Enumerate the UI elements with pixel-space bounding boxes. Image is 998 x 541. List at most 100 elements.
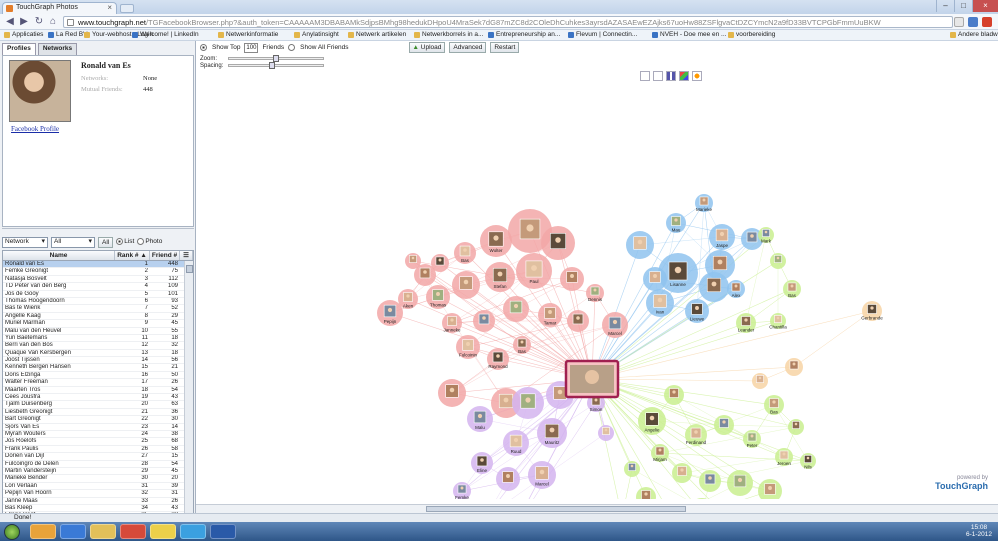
friend-node[interactable]: Leander bbox=[736, 313, 756, 333]
friend-node[interactable]: Dennis bbox=[586, 284, 604, 302]
friend-node[interactable] bbox=[624, 461, 640, 477]
filter-all-button[interactable]: All bbox=[98, 236, 114, 248]
friend-node[interactable]: Raymond bbox=[487, 348, 509, 370]
bookmark-item[interactable]: Anylatinsight bbox=[294, 31, 339, 38]
table-row[interactable]: TD Peter van den Berg 4 109 bbox=[3, 283, 193, 291]
table-scrollbar[interactable] bbox=[184, 261, 193, 541]
table-row[interactable]: Myrah Wouters 24 38 bbox=[3, 431, 193, 439]
taskbar-explorer-icon[interactable] bbox=[30, 524, 56, 539]
friend-node[interactable]: Thomas bbox=[426, 285, 450, 309]
friend-node[interactable] bbox=[512, 387, 544, 419]
friend-node[interactable]: Tamar bbox=[538, 303, 562, 327]
friend-node[interactable] bbox=[496, 467, 520, 491]
color-cluster-icon[interactable] bbox=[679, 71, 689, 81]
friend-node[interactable] bbox=[567, 310, 589, 332]
list-radio[interactable]: List bbox=[116, 238, 134, 246]
photo-radio[interactable]: Photo bbox=[137, 238, 162, 246]
show-top-radio[interactable] bbox=[200, 44, 207, 51]
friend-node[interactable] bbox=[626, 231, 654, 259]
pdf-icon[interactable] bbox=[982, 17, 992, 27]
bookmark-item[interactable]: Entrepreneurship an... bbox=[488, 31, 560, 38]
restart-button[interactable]: Restart bbox=[490, 42, 520, 53]
start-button-icon[interactable] bbox=[4, 524, 20, 540]
bookmark-item[interactable]: NVEH - Doe mee en ... bbox=[652, 31, 726, 38]
friend-node[interactable]: Nils bbox=[800, 453, 816, 470]
table-row[interactable]: Bas te Wierik 7 52 bbox=[3, 305, 193, 313]
spacing-knob[interactable] bbox=[268, 62, 275, 69]
extension-icon[interactable] bbox=[968, 17, 978, 27]
column-name[interactable]: Name bbox=[3, 251, 115, 260]
friend-node[interactable]: Peter bbox=[743, 430, 761, 448]
friend-node[interactable]: Mark bbox=[758, 227, 774, 244]
tab-profiles[interactable]: Profiles bbox=[2, 43, 36, 55]
taskbar-skype-icon[interactable] bbox=[180, 524, 206, 539]
friend-node[interactable]: Malu bbox=[467, 406, 493, 432]
table-row[interactable]: Jos Roelofs 25 68 bbox=[3, 438, 193, 446]
table-row[interactable]: Doris Elzinga 16 50 bbox=[3, 372, 193, 380]
bookmark-item[interactable]: Welcome! | LinkedIn bbox=[132, 31, 199, 38]
friend-node[interactable] bbox=[714, 415, 734, 435]
friend-node[interactable]: Bas bbox=[454, 242, 476, 264]
table-row[interactable]: Dorien van Dijl 27 15 bbox=[3, 453, 193, 461]
table-row[interactable]: Sjors Van Es 23 14 bbox=[3, 424, 193, 431]
friend-node[interactable]: Bas bbox=[783, 280, 801, 298]
friend-node[interactable]: Jaspe bbox=[709, 224, 735, 250]
table-row[interactable]: Angelle Kaag 8 29 bbox=[3, 313, 193, 321]
column-menu-icon[interactable]: ☰ bbox=[180, 251, 193, 260]
bookmark-item[interactable]: Netwerk artikelen bbox=[348, 31, 406, 38]
friend-node[interactable]: Aken bbox=[398, 289, 418, 309]
friend-node[interactable]: Femke bbox=[453, 482, 471, 499]
column-friend-count[interactable]: Friend # bbox=[150, 251, 180, 260]
zoom-slider[interactable] bbox=[228, 55, 324, 62]
star-icon[interactable] bbox=[954, 17, 964, 27]
taskbar-word-icon[interactable] bbox=[210, 524, 236, 539]
forward-icon[interactable]: ▶ bbox=[18, 16, 30, 28]
table-row[interactable]: Kenneth Bergen Hansen 15 21 bbox=[3, 364, 193, 372]
friend-node[interactable]: Marcel bbox=[602, 312, 628, 338]
friend-node[interactable] bbox=[473, 310, 495, 332]
filter-value-select[interactable]: All bbox=[51, 236, 95, 248]
bookmark-item[interactable]: Netwerkinformatie bbox=[218, 31, 278, 38]
blank-view-icon[interactable] bbox=[653, 71, 663, 81]
bookmark-item[interactable]: Netwerkborrels in a... bbox=[414, 31, 483, 38]
table-row[interactable]: Janne Maas 33 26 bbox=[3, 498, 193, 505]
table-row[interactable]: Berri van den Bos 12 32 bbox=[3, 342, 193, 350]
reload-icon[interactable]: ↻ bbox=[33, 16, 45, 28]
friend-node[interactable]: Alex bbox=[727, 280, 745, 298]
table-row[interactable]: Lori Verlaan 31 39 bbox=[3, 483, 193, 491]
center-profile-node[interactable] bbox=[564, 359, 620, 399]
address-bar[interactable]: www.touchgraph.net/TGFacebookBrowser.php… bbox=[63, 16, 953, 28]
photo-view-icon[interactable] bbox=[640, 71, 650, 81]
friend-node[interactable]: Ferdinand bbox=[685, 424, 707, 446]
friend-node[interactable] bbox=[452, 271, 480, 299]
bookmark-item[interactable]: Applicaties bbox=[4, 31, 43, 38]
friend-node[interactable]: Pepijn bbox=[377, 300, 403, 326]
table-row[interactable]: Maarten Tros 18 54 bbox=[3, 387, 193, 395]
spacing-slider[interactable] bbox=[228, 62, 324, 69]
browser-tab[interactable]: TouchGraph Photos × bbox=[2, 2, 117, 14]
friend-node[interactable]: Mauritz bbox=[537, 418, 567, 448]
table-row[interactable]: Tjalm Duisenberg 20 63 bbox=[3, 401, 193, 409]
table-row[interactable]: Thomas Hoogendoorn 6 93 bbox=[3, 298, 193, 306]
table-row[interactable]: Bas Kleep 34 43 bbox=[3, 505, 193, 513]
facebook-profile-link[interactable]: Facebook Profile bbox=[11, 125, 59, 133]
friend-node[interactable] bbox=[770, 253, 786, 269]
home-icon[interactable]: ⌂ bbox=[47, 16, 59, 28]
friend-node[interactable]: Mirjam bbox=[651, 444, 669, 462]
new-tab-button[interactable] bbox=[120, 4, 134, 13]
zoom-knob[interactable] bbox=[273, 55, 279, 62]
table-row[interactable]: Frank Paulis 26 58 bbox=[3, 446, 193, 454]
upload-button[interactable]: ▲ Upload bbox=[408, 42, 446, 53]
table-row[interactable]: Bart Greonigt 22 30 bbox=[3, 416, 193, 424]
table-row[interactable]: Muriel Marman 9 45 bbox=[3, 320, 193, 328]
friend-node[interactable]: Wolter bbox=[480, 225, 512, 257]
friend-node[interactable] bbox=[758, 479, 782, 499]
minimize-icon[interactable]: – bbox=[936, 0, 954, 12]
friend-node[interactable]: Ruud bbox=[503, 430, 529, 456]
friend-node[interactable] bbox=[699, 470, 721, 492]
friend-node[interactable] bbox=[598, 425, 614, 441]
filter-field-select[interactable]: Network bbox=[2, 236, 48, 248]
friend-node[interactable]: Lieuwe bbox=[685, 299, 709, 323]
graph-h-scrollbar[interactable] bbox=[196, 504, 998, 513]
taskbar-clock[interactable]: 15:08 6-1-2012 bbox=[966, 524, 992, 538]
